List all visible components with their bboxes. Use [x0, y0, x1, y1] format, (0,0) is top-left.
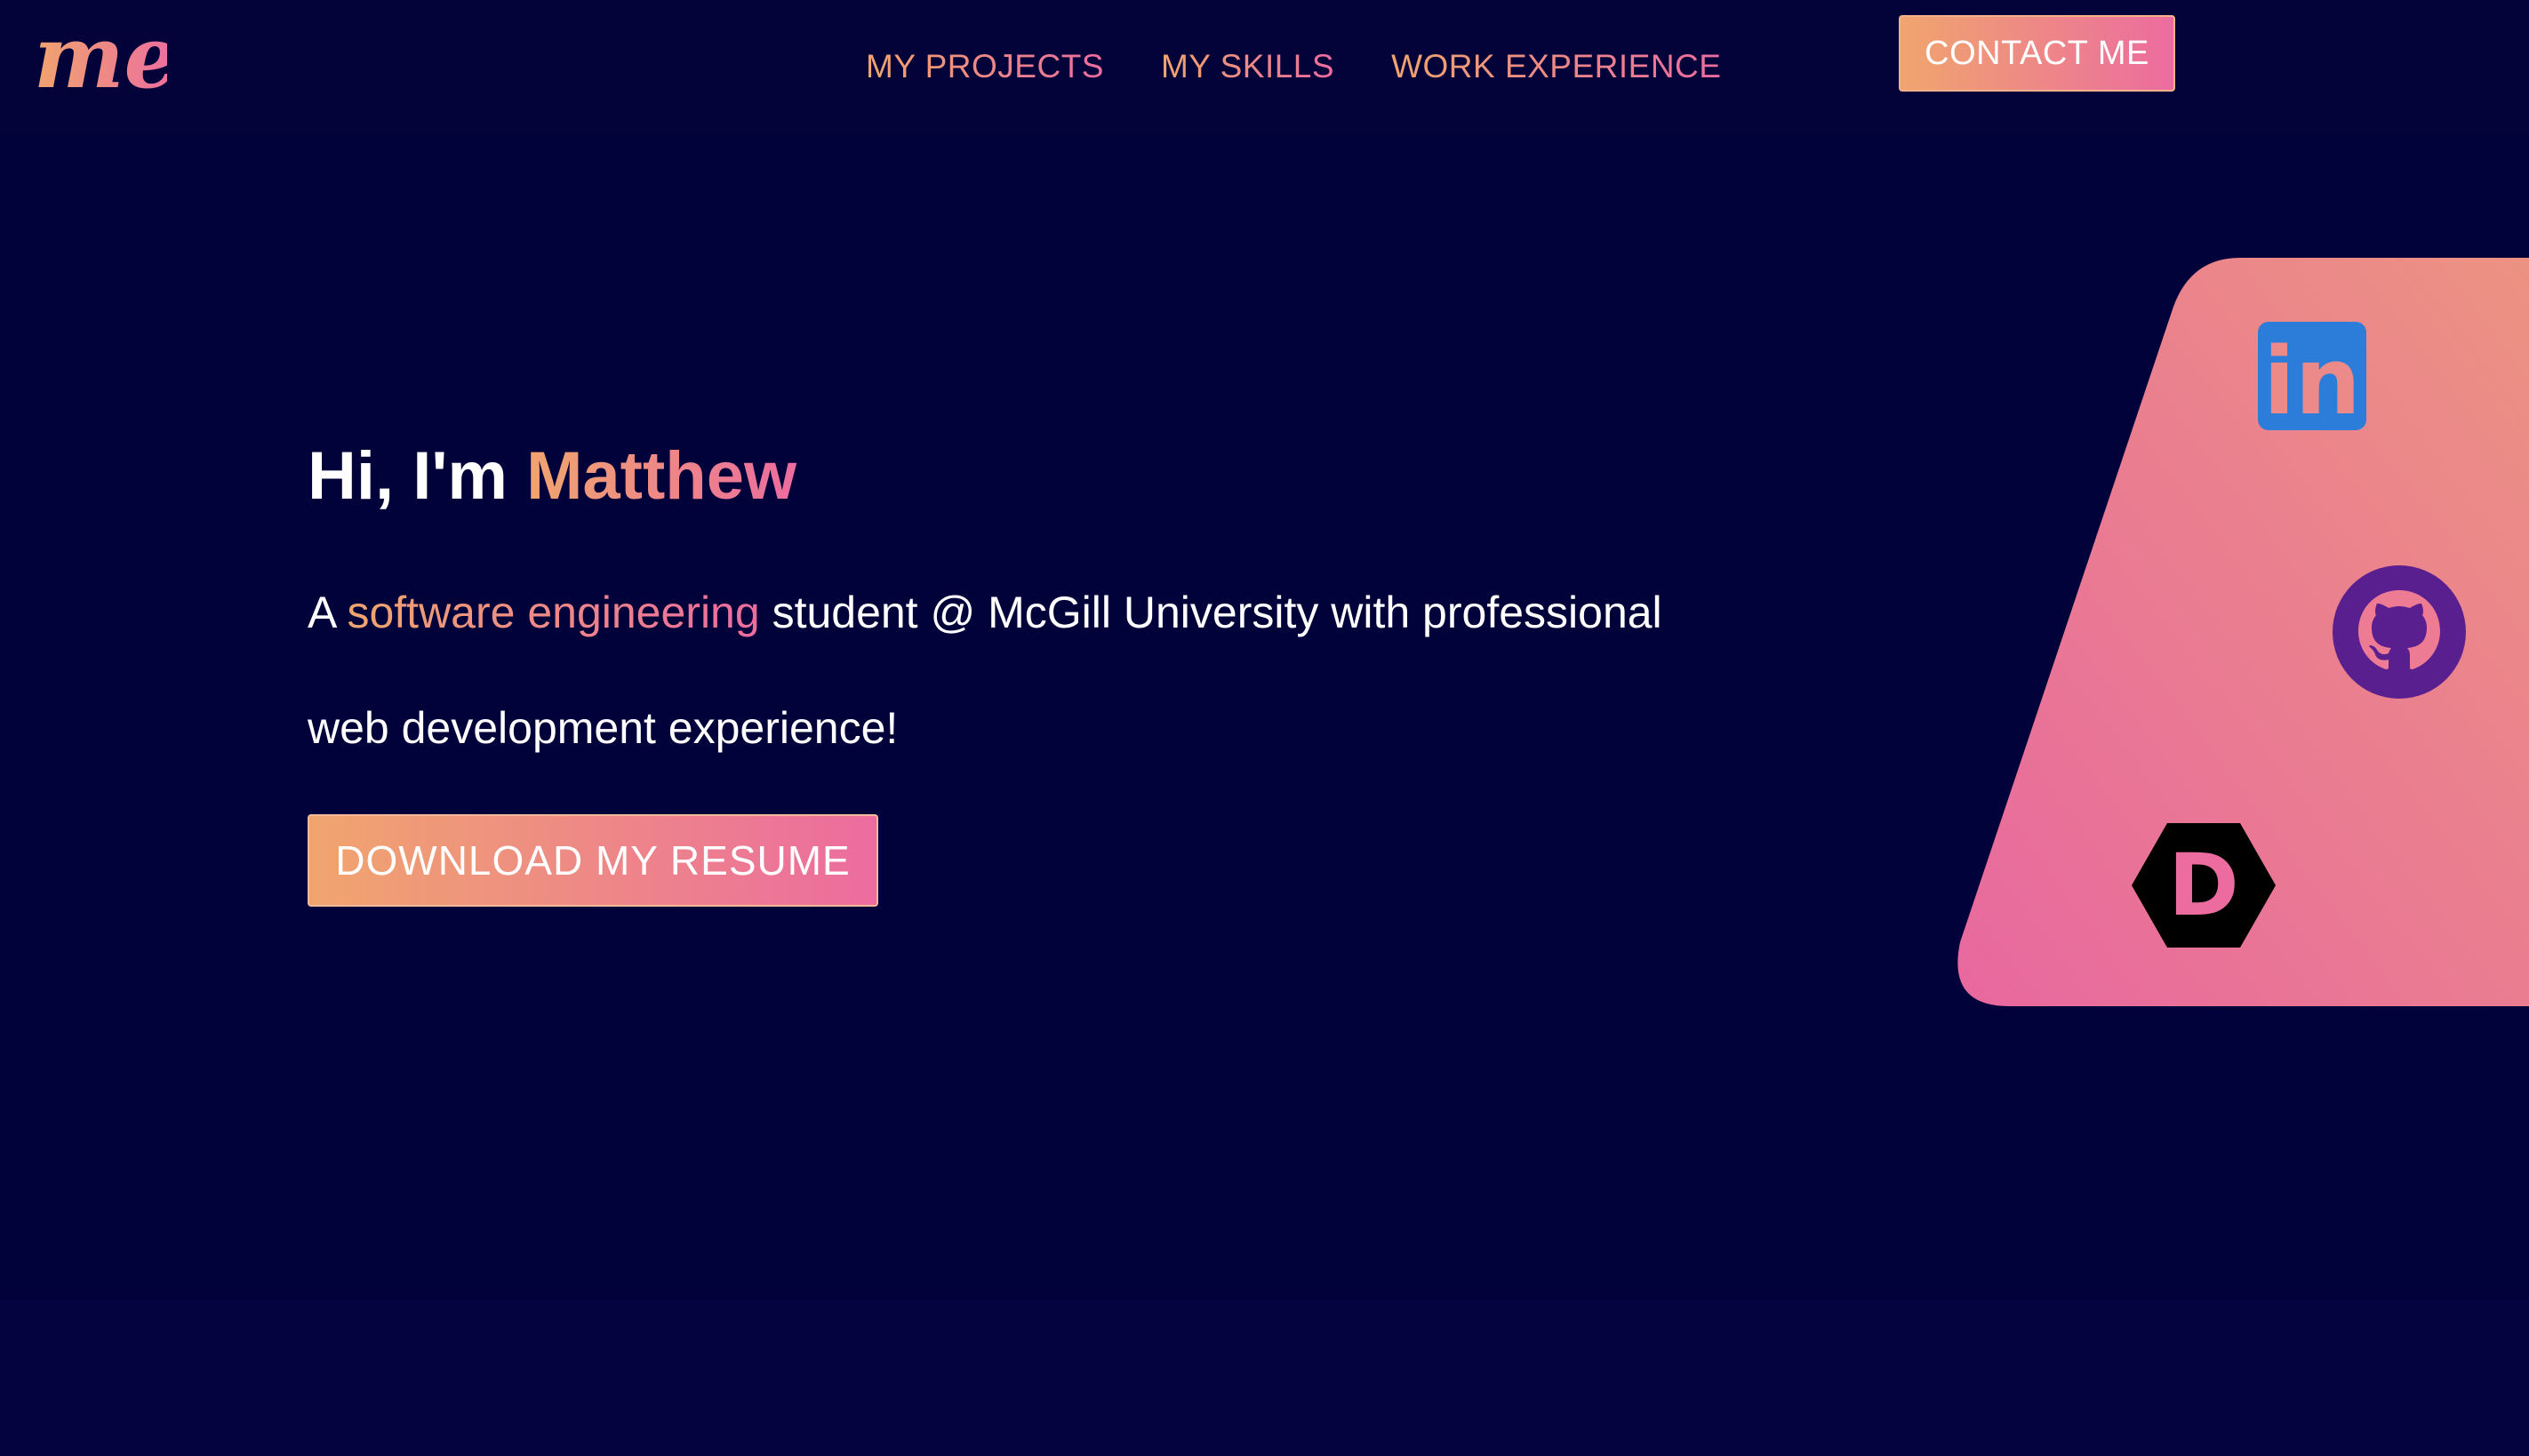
nav-my-projects[interactable]: MY PROJECTS: [866, 43, 1104, 91]
tagline-prefix: A: [308, 588, 348, 637]
logo-icon[interactable]: me: [34, 21, 167, 101]
tagline-highlight: software engineering: [347, 588, 760, 637]
download-resume-button[interactable]: DOWNLOAD MY RESUME: [308, 814, 878, 907]
hero-name: Matthew: [526, 438, 797, 514]
svg-text:me: me: [34, 21, 167, 101]
hero-tagline-line-1: A software engineering student @ McGill …: [308, 587, 1662, 638]
contact-me-button[interactable]: CONTACT ME: [1899, 15, 2175, 92]
github-icon[interactable]: [2333, 565, 2466, 699]
site-header: me MY PROJECTS MY SKILLS WORK EXPERIENCE…: [0, 0, 2529, 133]
main-nav: MY PROJECTS MY SKILLS WORK EXPERIENCE: [866, 43, 1721, 91]
hero-heading: Hi, I'm Matthew: [308, 437, 796, 515]
hero-greeting: Hi, I'm: [308, 438, 527, 514]
linkedin-icon[interactable]: in: [2258, 322, 2366, 430]
devto-icon[interactable]: D: [2132, 823, 2276, 948]
nav-my-skills[interactable]: MY SKILLS: [1161, 43, 1334, 91]
hero-tagline-line-2: web development experience!: [308, 703, 899, 753]
svg-text:D: D: [2168, 836, 2239, 935]
next-section: [0, 1300, 2529, 1456]
tagline-suffix: student @ McGill University with profess…: [759, 588, 1662, 637]
svg-text:in: in: [2263, 327, 2361, 430]
nav-work-experience[interactable]: WORK EXPERIENCE: [1391, 43, 1721, 91]
